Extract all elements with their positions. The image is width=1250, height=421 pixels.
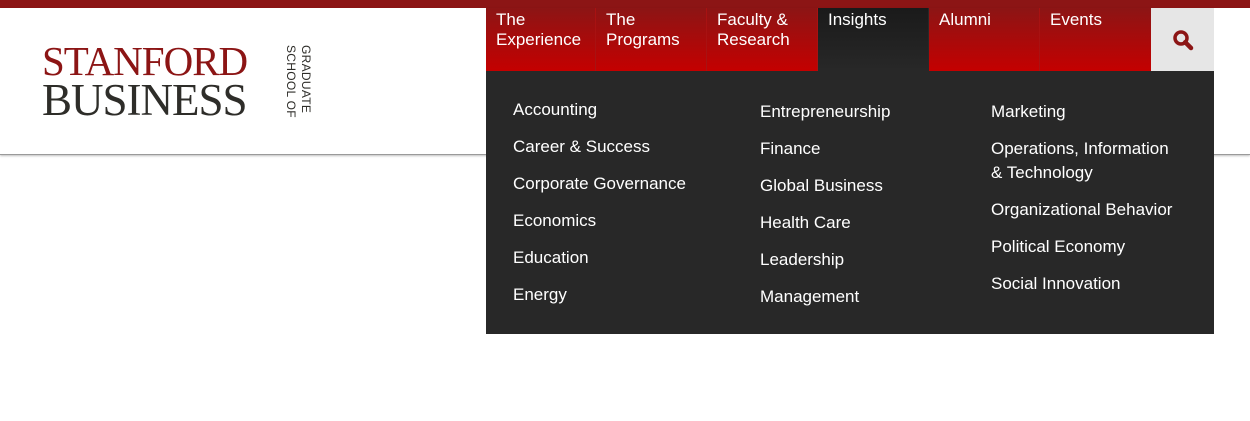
menu-link-health-care[interactable]: Health Care: [760, 211, 851, 235]
menu-link-accounting[interactable]: Accounting: [513, 98, 597, 122]
menu-link-finance[interactable]: Finance: [760, 137, 820, 161]
menu-link-technology-line2[interactable]: & Technology: [991, 161, 1093, 185]
stanford-gsb-logo[interactable]: STANFORD BUSINESS GRADUATE SCHOOL OF: [42, 38, 317, 125]
menu-link-organizational-behavior[interactable]: Organizational Behavior: [991, 198, 1172, 222]
menu-link-global-business[interactable]: Global Business: [760, 174, 883, 198]
nav-item-alumni[interactable]: Alumni: [929, 8, 1040, 71]
menu-link-management[interactable]: Management: [760, 285, 859, 309]
logo-business-text: BUSINESS: [42, 75, 248, 125]
logo-school-text: GRADUATE SCHOOL OF: [281, 45, 313, 125]
menu-link-leadership[interactable]: Leadership: [760, 248, 844, 272]
top-accent-bar: [0, 0, 1250, 8]
nav-label-line1: Alumni: [939, 10, 991, 29]
nav-label-line1: The: [606, 10, 636, 29]
nav-label-line1: Events: [1050, 10, 1102, 29]
menu-link-education[interactable]: Education: [513, 246, 589, 270]
search-button[interactable]: [1151, 8, 1214, 71]
nav-label-line2: Programs: [606, 30, 680, 49]
nav-item-the-experience[interactable]: The Experience: [486, 8, 596, 71]
logo-graduate-text: GRADUATE: [299, 45, 313, 114]
search-icon: [1172, 29, 1193, 50]
menu-link-political-economy[interactable]: Political Economy: [991, 235, 1125, 259]
nav-label-line2: Experience: [496, 30, 582, 49]
nav-item-insights[interactable]: Insights: [818, 8, 929, 71]
main-nav: The Experience The Programs Faculty & Re…: [486, 8, 1151, 71]
menu-link-corporate-governance[interactable]: Corporate Governance: [513, 172, 686, 196]
nav-label-line1: Faculty &: [717, 10, 788, 29]
nav-item-events[interactable]: Events: [1040, 8, 1151, 71]
logo-school-of-text: SCHOOL OF: [284, 45, 298, 118]
menu-link-marketing[interactable]: Marketing: [991, 100, 1066, 124]
nav-label-line1: Insights: [828, 10, 887, 29]
menu-link-entrepreneurship[interactable]: Entrepreneurship: [760, 100, 890, 124]
nav-item-faculty-research[interactable]: Faculty & Research: [707, 8, 818, 71]
nav-label-line2: Research: [717, 30, 790, 49]
insights-dropdown-menu: Accounting Career & Success Corporate Go…: [486, 71, 1214, 334]
menu-link-operations-information[interactable]: Operations, Information: [991, 137, 1169, 161]
nav-item-the-programs[interactable]: The Programs: [596, 8, 707, 71]
logo-stanford-text: STANFORD: [42, 38, 248, 84]
nav-label-line1: The: [496, 10, 526, 29]
menu-link-economics[interactable]: Economics: [513, 209, 596, 233]
menu-link-career-success[interactable]: Career & Success: [513, 135, 650, 159]
menu-link-social-innovation[interactable]: Social Innovation: [991, 272, 1120, 296]
menu-link-energy[interactable]: Energy: [513, 283, 567, 307]
